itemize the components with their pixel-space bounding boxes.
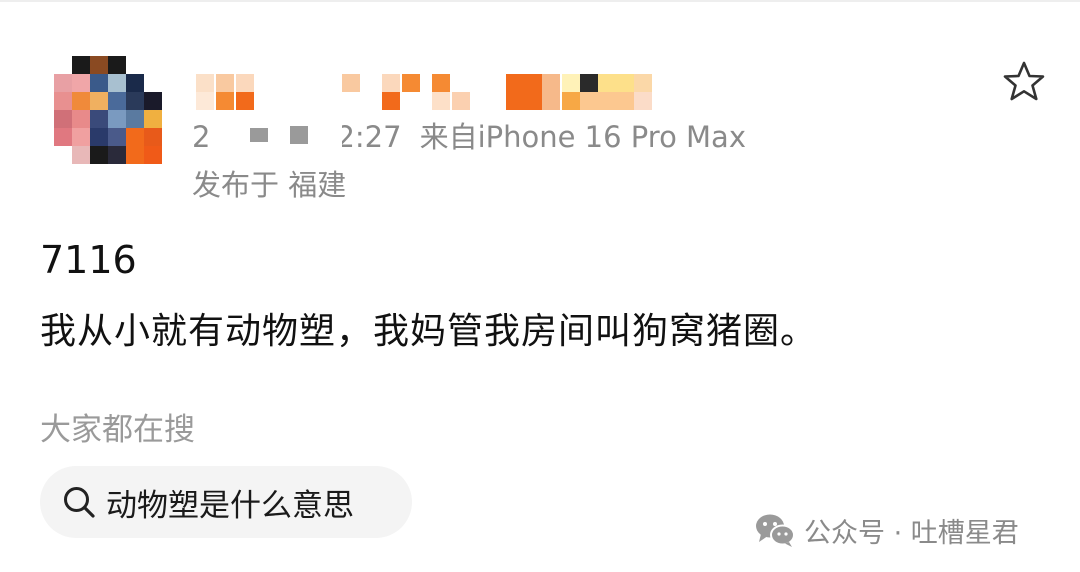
top-divider <box>0 0 1080 2</box>
avatar-pixel <box>54 74 72 92</box>
post-time-prefix: 2 <box>192 120 211 154</box>
avatar-pixel <box>54 92 72 110</box>
avatar-pixel <box>72 110 90 128</box>
username-pixel <box>236 92 254 110</box>
redaction-mask <box>212 118 342 148</box>
avatar-pixel <box>126 110 144 128</box>
avatar-pixel <box>108 56 126 74</box>
username-pixel <box>216 74 234 92</box>
avatar-pixel <box>108 110 126 128</box>
post-source: 来自iPhone 16 Pro Max <box>419 120 746 154</box>
username-pixel <box>216 92 234 110</box>
avatar-pixel <box>90 56 108 74</box>
username-pixel <box>542 74 560 110</box>
avatar-pixel <box>144 56 162 74</box>
avatar-pixel <box>54 110 72 128</box>
avatar-pixel <box>72 146 90 164</box>
avatar-pixel <box>126 74 144 92</box>
avatar[interactable] <box>54 56 162 164</box>
username-pixel <box>562 92 580 110</box>
avatar-pixel <box>144 92 162 110</box>
wechat-icon <box>754 512 796 548</box>
search-suggestion-text: 动物塑是什么意思 <box>106 487 354 524</box>
avatar-pixel <box>90 74 108 92</box>
username-pixel <box>562 74 580 92</box>
avatar-pixel <box>126 92 144 110</box>
username-pixel <box>506 74 542 110</box>
username-pixel <box>432 74 450 92</box>
username-pixel <box>196 92 214 110</box>
avatar-pixel <box>90 146 108 164</box>
username-pixel <box>342 74 360 92</box>
post-time-suffix: 2:27 <box>336 120 402 154</box>
username-pixel <box>634 92 652 110</box>
username-pixel <box>402 74 420 92</box>
avatar-pixel <box>108 92 126 110</box>
post-text: 我从小就有动物塑，我妈管我房间叫狗窝猪圈。 <box>40 311 818 352</box>
username-pixel <box>598 74 634 92</box>
avatar-pixel <box>54 128 72 146</box>
avatar-pixel <box>72 74 90 92</box>
username-pixel <box>580 74 598 92</box>
avatar-pixel <box>54 56 72 74</box>
favorite-button[interactable] <box>1000 58 1048 106</box>
avatar-pixel <box>72 92 90 110</box>
username-pixel <box>236 74 254 92</box>
watermark: 公众号 · 吐槽星君 <box>754 508 1019 552</box>
trending-label: 大家都在搜 <box>40 412 195 448</box>
avatar-pixel <box>126 128 144 146</box>
username-pixel <box>634 74 652 92</box>
avatar-pixel <box>90 128 108 146</box>
avatar-pixel <box>144 74 162 92</box>
username-pixel <box>196 74 214 92</box>
avatar-pixel <box>72 56 90 74</box>
post-number: 7116 <box>40 238 137 282</box>
username-pixel <box>452 92 470 110</box>
avatar-pixel <box>126 146 144 164</box>
avatar-pixel <box>108 128 126 146</box>
star-outline-icon <box>1003 61 1045 101</box>
search-suggestion-chip[interactable]: 动物塑是什么意思 <box>40 466 412 538</box>
avatar-pixel <box>72 128 90 146</box>
avatar-pixel <box>90 92 108 110</box>
username-pixel <box>382 92 400 110</box>
username-pixel <box>382 74 400 92</box>
avatar-pixel <box>126 56 144 74</box>
avatar-pixel <box>108 146 126 164</box>
username-pixel <box>580 92 634 110</box>
avatar-pixel <box>54 146 72 164</box>
avatar-pixel <box>144 110 162 128</box>
avatar-pixel <box>90 110 108 128</box>
avatar-pixel <box>144 128 162 146</box>
search-icon <box>62 485 96 519</box>
username-pixel <box>432 92 450 110</box>
avatar-pixel <box>108 74 126 92</box>
username-pixelated[interactable] <box>196 72 666 112</box>
avatar-pixel <box>144 146 162 164</box>
post-location: 发布于 福建 <box>192 168 347 202</box>
watermark-text: 公众号 · 吐槽星君 <box>804 517 1019 549</box>
